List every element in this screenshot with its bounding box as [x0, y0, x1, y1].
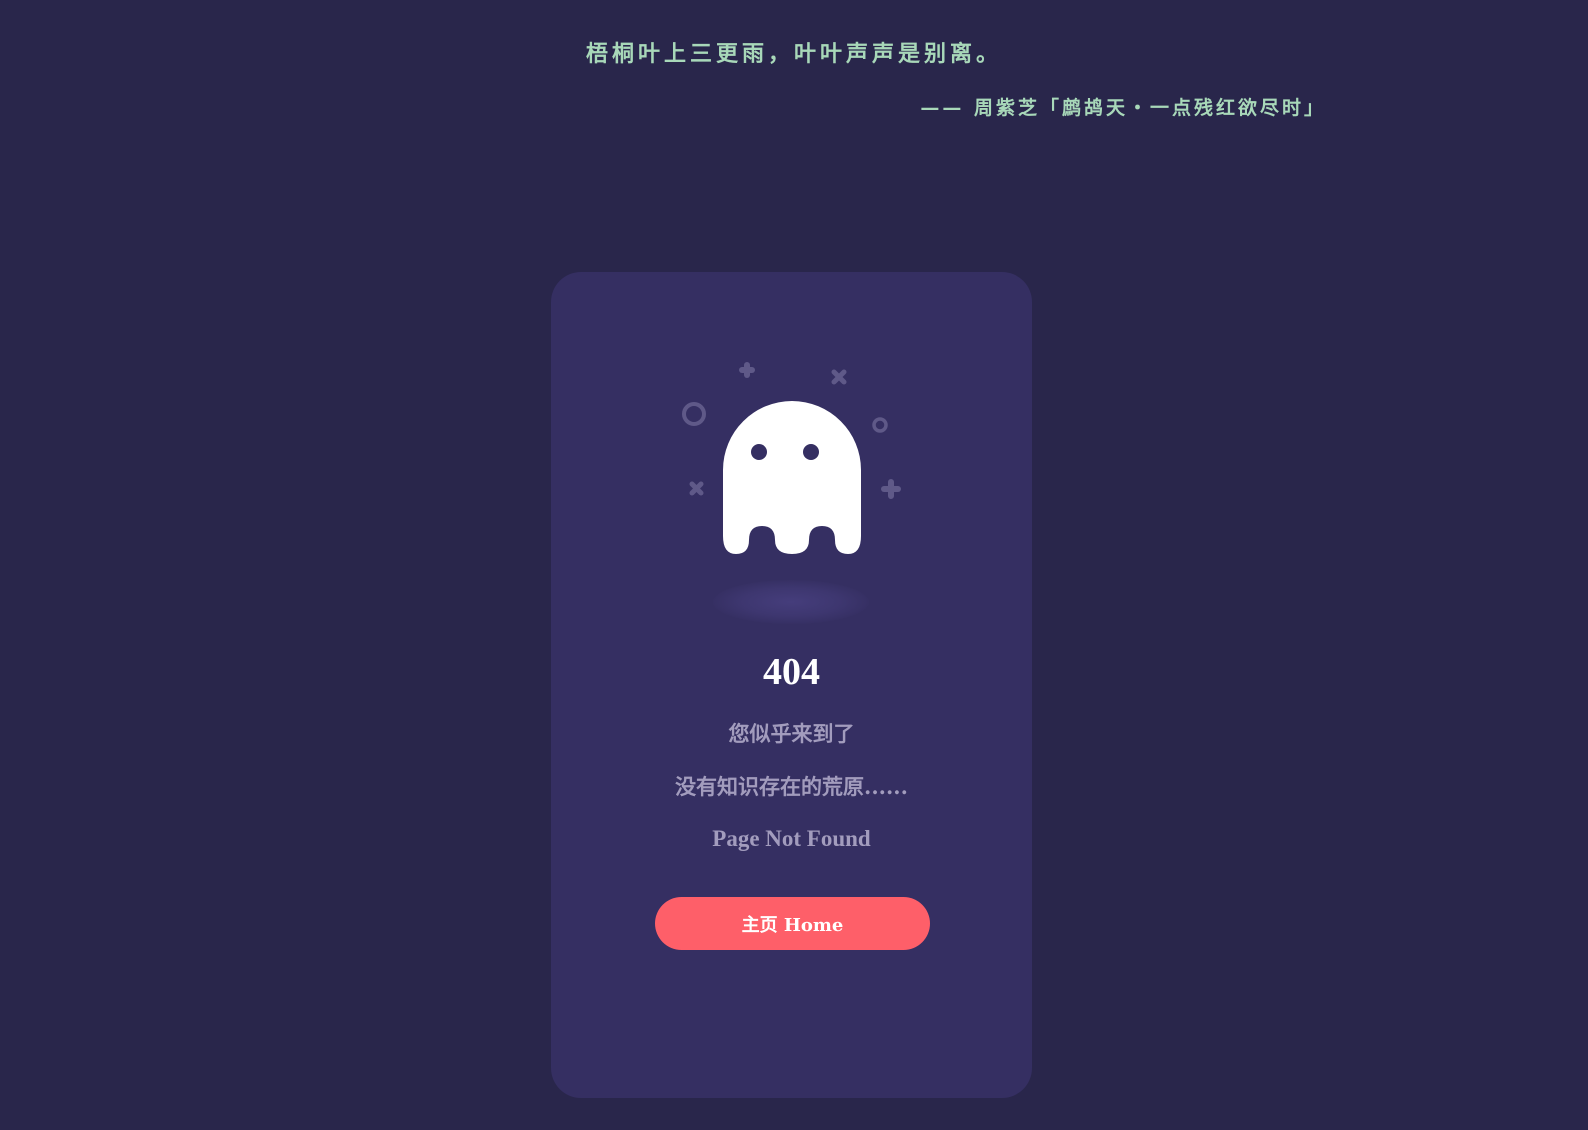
plus-icon [739, 362, 755, 378]
quote-author: —— 周紫芝「鹧鸪天・一点残红欲尽时」 [920, 97, 1326, 119]
ghost-illustration [551, 362, 1032, 632]
error-card: 404 您似乎来到了 没有知识存在的荒原...... Page Not Foun… [551, 272, 1032, 1098]
ghost-eye-left [751, 444, 767, 460]
cross-icon [689, 481, 704, 496]
page-not-found-text: Page Not Found [712, 826, 871, 851]
error-message-line2: 没有知识存在的荒原...... [675, 774, 908, 799]
error-message-line1: 您似乎来到了 [728, 721, 855, 746]
plus-icon [881, 479, 901, 499]
ghost-icon [723, 401, 861, 554]
page: 梧桐叶上三更雨，叶叶声声是别离。 —— 周紫芝「鹧鸪天・一点残红欲尽时」 404… [0, 0, 1588, 1130]
ring-icon [872, 417, 888, 433]
home-button[interactable]: 主页 Home [655, 897, 930, 950]
ring-icon [682, 402, 706, 426]
error-code: 404 [763, 651, 820, 693]
cross-icon [831, 369, 847, 385]
ghost-eye-right [803, 444, 819, 460]
ghost-illustration-svg [682, 362, 901, 554]
quote-text: 梧桐叶上三更雨，叶叶声声是别离。 [585, 41, 1002, 67]
